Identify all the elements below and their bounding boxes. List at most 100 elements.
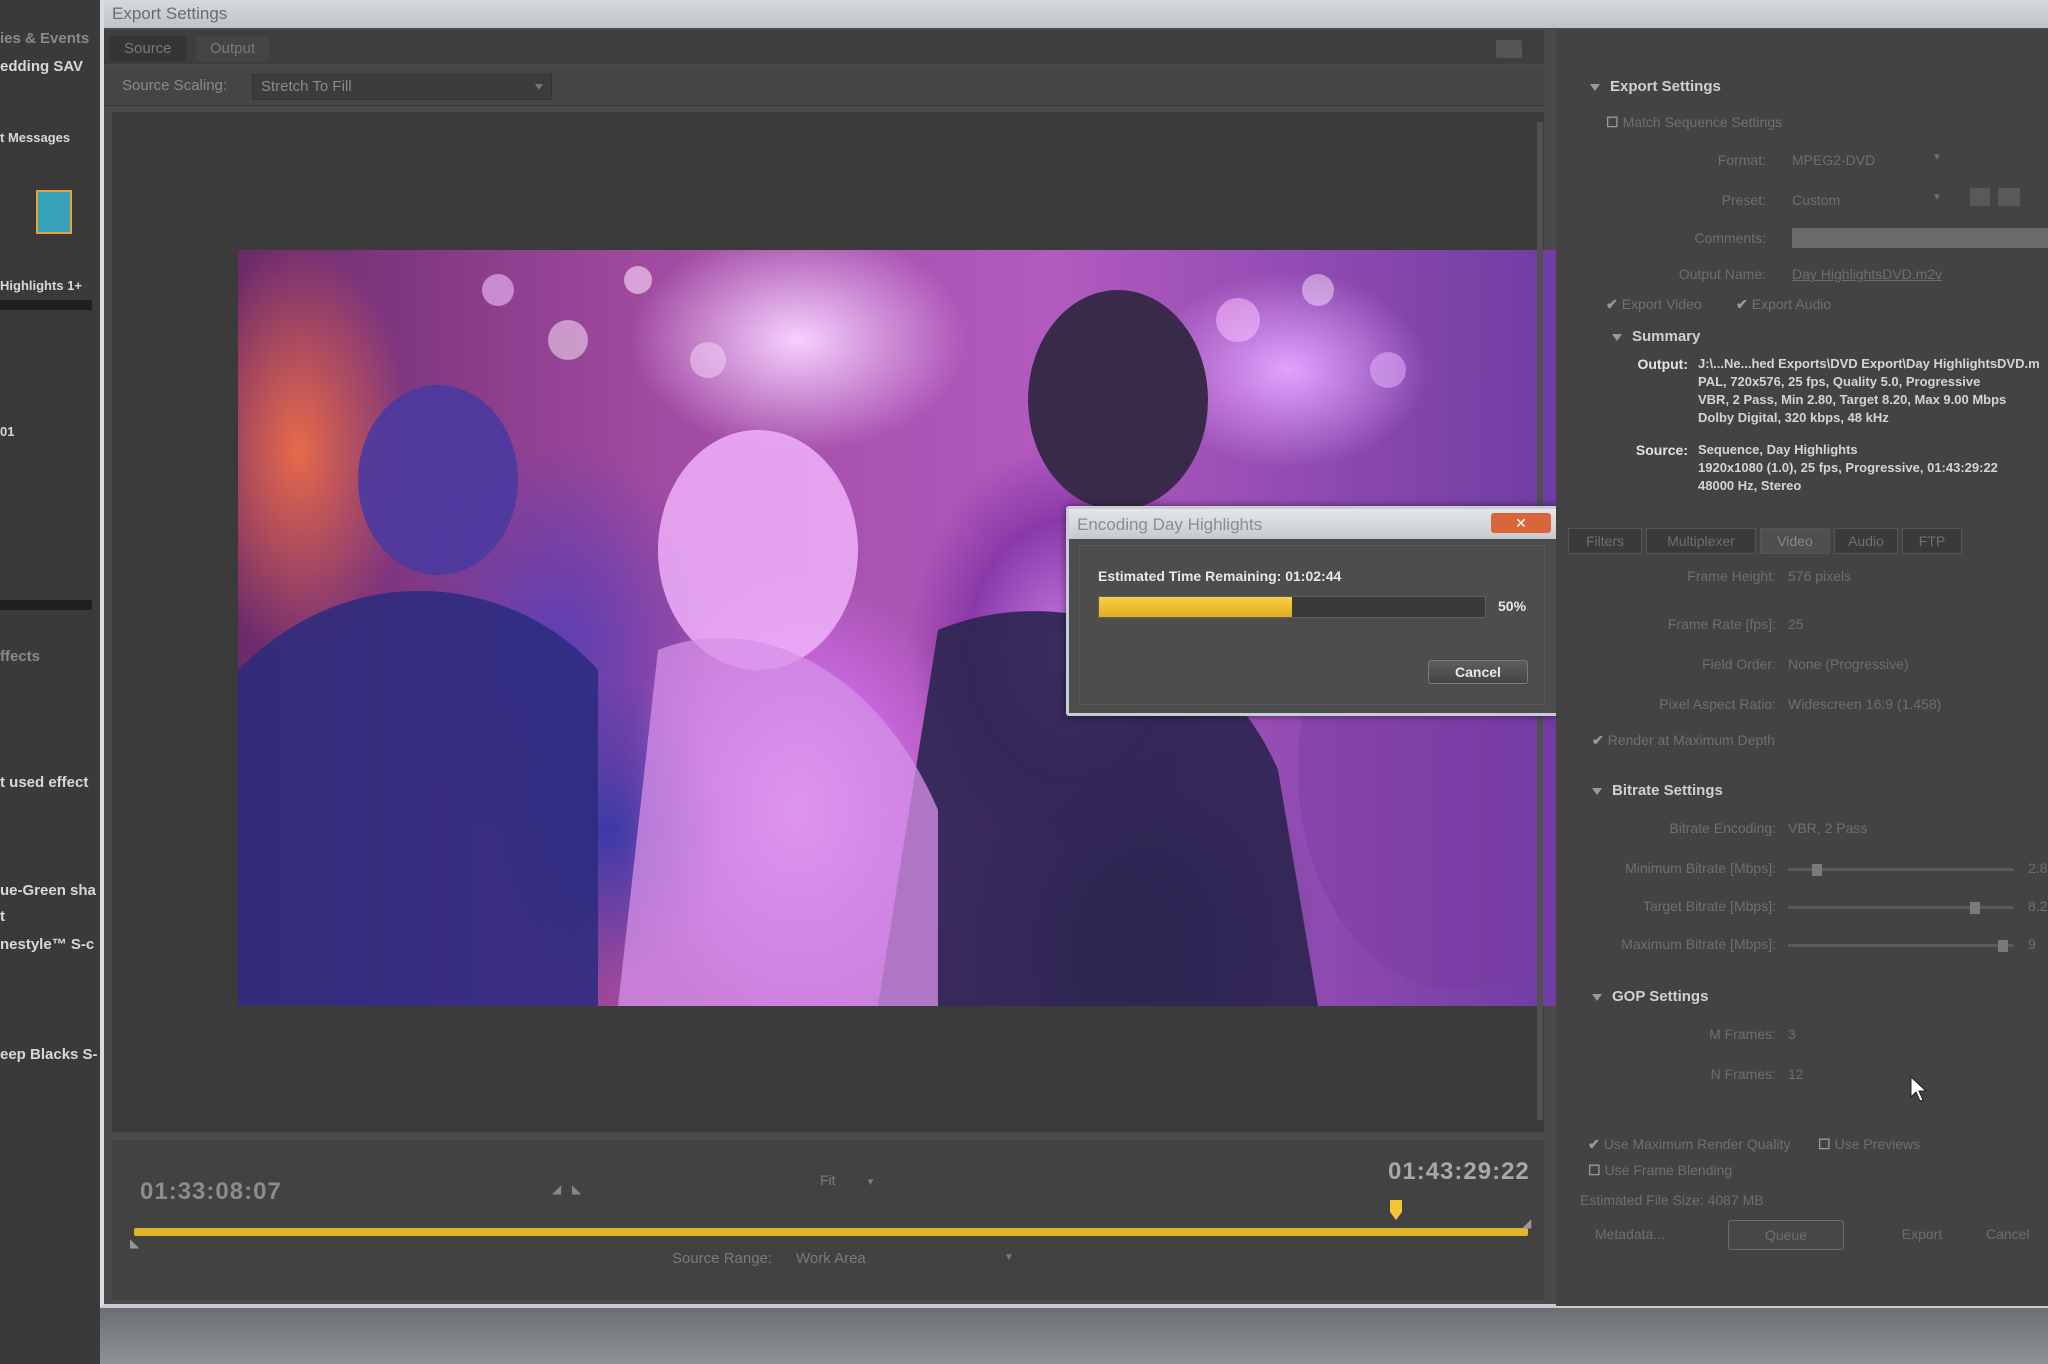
summary-source-label: Source: xyxy=(1635,442,1688,458)
save-preset-icon[interactable] xyxy=(1970,188,1990,206)
target-bitrate-value[interactable]: 8.2 xyxy=(2028,898,2047,914)
bitrate-encoding-value[interactable]: VBR, 2 Pass xyxy=(1788,820,1867,836)
render-max-depth-checkbox[interactable]: ✔ Render at Maximum Depth xyxy=(1592,732,1775,749)
match-sequence-checkbox[interactable]: ☐ Match Sequence Settings xyxy=(1606,114,1782,131)
zoom-fit-value: Fit xyxy=(820,1172,836,1188)
tab-source[interactable]: Source xyxy=(110,36,186,62)
export-video-checkbox[interactable]: ✔ Export Video xyxy=(1606,296,1702,313)
bg-line: ue-Green sha xyxy=(0,882,96,899)
output-name-link[interactable]: Day HighlightsDVD.m2v xyxy=(1792,266,1942,282)
frame-height-value[interactable]: 576 pixels xyxy=(1788,568,1851,584)
min-bitrate-slider-knob[interactable] xyxy=(1812,864,1822,876)
source-range-label: Source Range: xyxy=(672,1250,773,1267)
summary-source-line: 48000 Hz, Stereo xyxy=(1698,478,1802,493)
work-area-bar[interactable] xyxy=(134,1228,1528,1236)
set-in-point-icon[interactable]: ◢ xyxy=(552,1182,561,1196)
tab-audio[interactable]: Audio xyxy=(1834,528,1898,554)
bg-line: t xyxy=(0,908,5,925)
source-scaling-select[interactable]: Stretch To Fill xyxy=(252,74,552,100)
estimated-file-size: Estimated File Size: 4087 MB xyxy=(1580,1192,1764,1208)
app-icon xyxy=(36,190,72,234)
export-settings-header[interactable]: Export Settings xyxy=(1590,78,1721,95)
max-render-quality-label: Use Maximum Render Quality xyxy=(1603,1136,1791,1152)
bg-divider xyxy=(0,300,92,310)
format-value: MPEG2-DVD xyxy=(1792,152,1876,168)
export-audio-checkbox[interactable]: ✔ Export Audio xyxy=(1736,296,1831,313)
work-area-start-icon[interactable]: ◣ xyxy=(130,1236,139,1250)
source-scaling-row: Source Scaling: Stretch To Fill xyxy=(104,68,1544,106)
chevron-down-icon: ▼ xyxy=(1932,192,1942,203)
export-button[interactable]: Export xyxy=(1872,1220,1972,1250)
tab-filters[interactable]: Filters xyxy=(1568,528,1642,554)
summary-source-line: 1920x1080 (1.0), 25 fps, Progressive, 01… xyxy=(1698,460,1998,475)
set-out-point-icon[interactable]: ◣ xyxy=(572,1182,581,1196)
min-bitrate-label: Minimum Bitrate [Mbps]: xyxy=(1625,860,1776,876)
close-icon[interactable]: ✕ xyxy=(1491,513,1551,533)
bg-line: 01 xyxy=(0,424,15,439)
current-timecode: 01:33:08:07 xyxy=(140,1178,282,1205)
panel-menu-icon[interactable] xyxy=(1496,40,1522,58)
caret-down-icon xyxy=(1612,333,1622,341)
format-select[interactable]: MPEG2-DVD ▼ xyxy=(1792,152,1942,168)
summary-source-line: Sequence, Day Highlights xyxy=(1698,442,1858,457)
bg-line: t used effect xyxy=(0,774,89,791)
checkbox-empty-icon: ☐ xyxy=(1818,1136,1831,1152)
metadata-button[interactable]: Metadata... xyxy=(1576,1220,1684,1250)
queue-button[interactable]: Queue xyxy=(1728,1220,1844,1250)
zoom-fit-select[interactable]: Fit ▼ xyxy=(812,1168,892,1192)
source-output-tabs: Source Output xyxy=(104,30,1544,64)
bg-line: t Messages xyxy=(0,130,71,145)
preset-value: Custom xyxy=(1792,192,1841,208)
import-preset-icon[interactable] xyxy=(1998,188,2020,206)
checkmark-icon: ✔ xyxy=(1592,732,1604,748)
tab-video[interactable]: Video xyxy=(1760,528,1830,554)
match-sequence-label: Match Sequence Settings xyxy=(1622,114,1783,130)
summary-output-line: VBR, 2 Pass, Min 2.80, Target 8.20, Max … xyxy=(1698,392,2007,407)
frame-blending-checkbox[interactable]: ☐ Use Frame Blending xyxy=(1588,1162,1732,1179)
max-render-quality-checkbox[interactable]: ✔ Use Maximum Render Quality xyxy=(1588,1136,1790,1153)
use-previews-checkbox[interactable]: ☐ Use Previews xyxy=(1818,1136,1920,1153)
estimated-time-label: Estimated Time Remaining: 01:02:44 xyxy=(1098,568,1342,584)
bitrate-settings-title: Bitrate Settings xyxy=(1612,782,1723,799)
cancel-encoding-button[interactable]: Cancel xyxy=(1428,660,1528,684)
max-bitrate-value[interactable]: 9 xyxy=(2028,936,2036,952)
m-frames-value[interactable]: 3 xyxy=(1788,1026,1796,1042)
n-frames-value[interactable]: 12 xyxy=(1788,1066,1804,1082)
field-order-value[interactable]: None (Progressive) xyxy=(1788,656,1909,672)
export-video-label: Export Video xyxy=(1621,296,1702,312)
checkbox-empty-icon: ☐ xyxy=(1606,114,1619,130)
max-bitrate-slider[interactable] xyxy=(1788,944,2014,947)
summary-header[interactable]: Summary xyxy=(1612,328,1700,345)
m-frames-label: M Frames: xyxy=(1709,1026,1776,1042)
gop-settings-header[interactable]: GOP Settings xyxy=(1592,988,1708,1005)
preset-select[interactable]: Custom ▼ xyxy=(1792,192,1942,208)
caret-down-icon xyxy=(1590,83,1600,91)
output-name-label: Output Name: xyxy=(1678,266,1766,282)
pixel-aspect-value[interactable]: Widescreen 16:9 (1.458) xyxy=(1788,696,1941,712)
max-bitrate-slider-knob[interactable] xyxy=(1998,940,2008,952)
dialog-body: Estimated Time Remaining: 01:02:44 50% C… xyxy=(1079,545,1545,705)
min-bitrate-value[interactable]: 2.8 xyxy=(2028,860,2047,876)
use-previews-label: Use Previews xyxy=(1834,1136,1921,1152)
export-settings-window: Export Settings Source Output Source Sca… xyxy=(100,0,2048,1308)
export-settings-title: Export Settings xyxy=(1610,78,1721,95)
cancel-button[interactable]: Cancel xyxy=(1986,1220,2048,1250)
chevron-down-icon: ▼ xyxy=(1932,152,1942,163)
source-range-select[interactable]: Work Area ▼ xyxy=(796,1250,1116,1267)
tab-ftp[interactable]: FTP xyxy=(1902,528,1962,554)
summary-output-line: J:\...Ne...hed Exports\DVD Export\Day Hi… xyxy=(1698,356,2040,371)
tab-output[interactable]: Output xyxy=(196,36,270,62)
comments-input[interactable] xyxy=(1792,228,2048,248)
target-bitrate-slider-knob[interactable] xyxy=(1970,902,1980,914)
render-max-depth-label: Render at Maximum Depth xyxy=(1607,732,1776,748)
work-area-end-icon[interactable]: ◢ xyxy=(1522,1216,1531,1230)
tab-multiplexer[interactable]: Multiplexer xyxy=(1646,528,1756,554)
target-bitrate-label: Target Bitrate [Mbps]: xyxy=(1642,898,1776,914)
bg-line: eep Blacks S- xyxy=(0,1046,98,1063)
playhead-icon[interactable] xyxy=(1388,1200,1404,1222)
target-bitrate-slider[interactable] xyxy=(1788,906,2014,909)
summary-output-label: Output: xyxy=(1637,356,1688,372)
frame-rate-value[interactable]: 25 xyxy=(1788,616,1804,632)
bitrate-settings-header[interactable]: Bitrate Settings xyxy=(1592,782,1723,799)
export-audio-label: Export Audio xyxy=(1751,296,1832,312)
